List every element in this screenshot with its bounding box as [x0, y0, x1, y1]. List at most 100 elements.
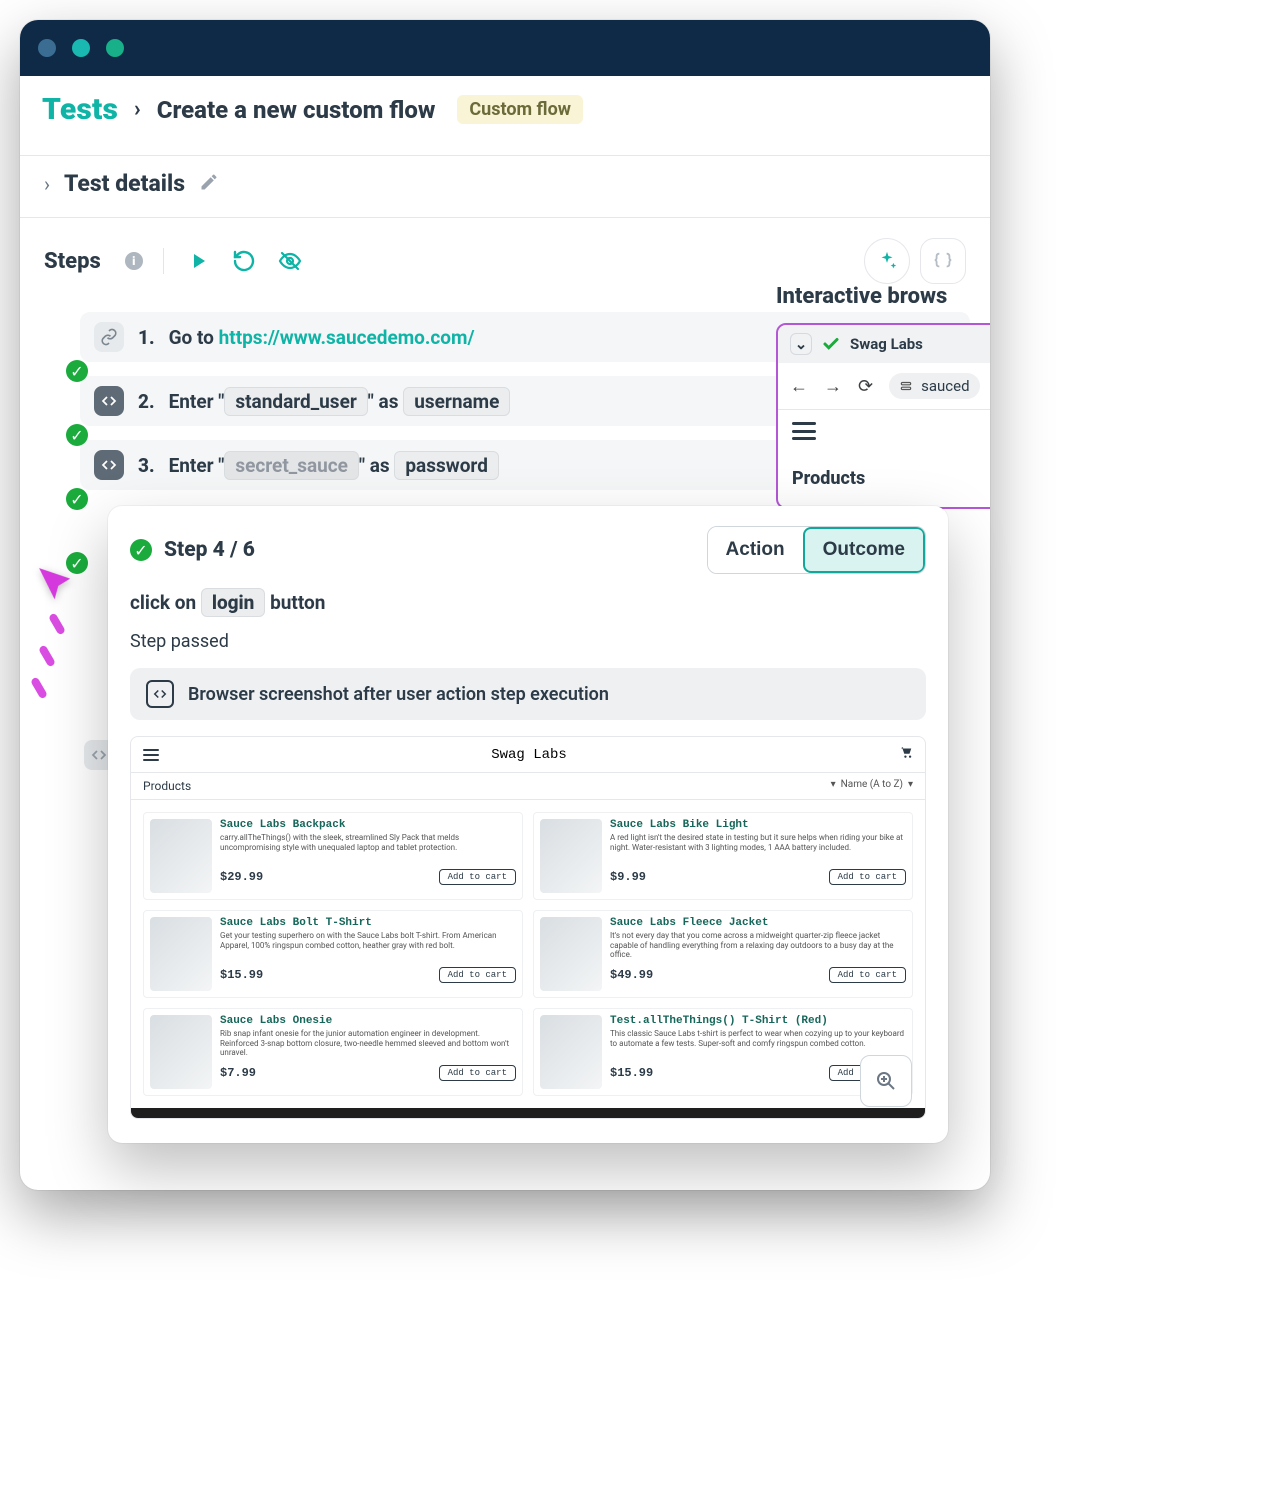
screenshot-caption: Browser screenshot after user action ste…: [188, 684, 609, 705]
cursor-arrow-icon: [33, 559, 83, 609]
test-details-label: Test details: [64, 170, 185, 197]
step-description: click on login button: [130, 588, 926, 617]
side-panel: Interactive brows ⌄ Swag Labs ← → ⟳ sauc…: [776, 274, 990, 509]
preview-brand: Swag Labs: [491, 747, 567, 763]
step-text: Enter "standard_user" as username: [169, 387, 511, 416]
product-name[interactable]: Test.allTheThings() T-Shirt (Red): [610, 1015, 906, 1027]
sort-dropdown[interactable]: ▾ Name (A to Z) ▾: [831, 779, 913, 793]
cursor-trail: [22, 612, 82, 752]
browser-tab-title: Swag Labs: [850, 335, 923, 353]
step-status-text: Step passed: [130, 631, 926, 652]
page-heading: Products: [792, 468, 990, 489]
site-settings-icon: [899, 379, 913, 393]
zoom-in-button[interactable]: [860, 1055, 912, 1107]
field-chip: password: [394, 451, 499, 480]
browser-toolbar: ← → ⟳ sauced: [778, 363, 990, 410]
hamburger-icon: [143, 749, 159, 761]
product-desc: It's not every day that you come across …: [610, 931, 906, 959]
field-chip: username: [403, 387, 510, 416]
step-number: 2.: [138, 390, 155, 413]
product-desc: This classic Sauce Labs t-shirt is perfe…: [610, 1029, 906, 1057]
chevron-down-icon[interactable]: ⌄: [790, 333, 812, 355]
hamburger-icon[interactable]: [792, 422, 816, 440]
steps-title: Steps: [44, 249, 101, 274]
traffic-light-close[interactable]: [38, 39, 56, 57]
step-detail-title: Step 4 / 6: [164, 538, 255, 562]
add-to-cart-button[interactable]: Add to cart: [439, 1065, 516, 1081]
product-card[interactable]: Sauce Labs Bike Light A red light isn't t…: [533, 812, 913, 900]
cart-icon[interactable]: [899, 745, 913, 764]
product-price: $15.99: [220, 968, 263, 982]
browser-tab[interactable]: ⌄ Swag Labs: [778, 325, 990, 363]
code-icon: [94, 386, 124, 416]
product-card[interactable]: Sauce Labs Fleece Jacket It's not every d…: [533, 910, 913, 998]
product-thumb: [540, 917, 602, 991]
step-status-pass-icon: ✓: [130, 539, 152, 561]
tab-action[interactable]: Action: [708, 527, 803, 573]
product-card[interactable]: Sauce Labs Onesie Rib snap infant onesie …: [143, 1008, 523, 1096]
product-desc: carry.allTheThings() with the sleek, str…: [220, 833, 516, 861]
chevron-right-icon: ›: [44, 172, 50, 196]
product-thumb: [150, 917, 212, 991]
product-name[interactable]: Sauce Labs Bolt T-Shirt: [220, 917, 516, 929]
reload-icon[interactable]: ⟳: [858, 376, 873, 397]
step-status-pass-icon: ✓: [66, 488, 88, 510]
step-status-pass-icon: ✓: [66, 424, 88, 446]
product-name[interactable]: Sauce Labs Fleece Jacket: [610, 917, 906, 929]
link-icon: [94, 322, 124, 352]
add-to-cart-button[interactable]: Add to cart: [439, 869, 516, 885]
step-detail-card: ✓ Step 4 / 6 Action Outcome click on log…: [108, 506, 948, 1143]
product-price: $9.99: [610, 870, 646, 884]
product-name[interactable]: Sauce Labs Onesie: [220, 1015, 516, 1027]
edit-icon[interactable]: [199, 172, 219, 196]
product-card[interactable]: Test.allTheThings() T-Shirt (Red) This cl…: [533, 1008, 913, 1096]
product-card[interactable]: Sauce Labs Backpack carry.allTheThings() …: [143, 812, 523, 900]
product-name[interactable]: Sauce Labs Bike Light: [610, 819, 906, 831]
step-number: 3.: [138, 454, 155, 477]
side-panel-title: Interactive brows: [776, 274, 990, 323]
traffic-light-min[interactable]: [72, 39, 90, 57]
visibility-off-button[interactable]: [276, 247, 304, 275]
product-thumb: [540, 1015, 602, 1089]
type-badge: Custom flow: [457, 95, 583, 124]
product-price: $15.99: [610, 1066, 653, 1080]
step-text: Enter "secret_sauce" as password: [169, 451, 499, 480]
screenshot-preview: Swag Labs Products ▾ Name (A to Z) ▾ Sau…: [130, 736, 926, 1119]
breadcrumb-root[interactable]: Tests: [42, 92, 118, 127]
add-to-cart-button[interactable]: Add to cart: [829, 869, 906, 885]
divider: [163, 248, 164, 274]
code-icon: [94, 450, 124, 480]
product-desc: A red light isn't the desired state in t…: [610, 833, 906, 861]
traffic-light-max[interactable]: [106, 39, 124, 57]
product-name[interactable]: Sauce Labs Backpack: [220, 819, 516, 831]
restart-button[interactable]: [230, 247, 258, 275]
step-status-pass-icon: ✓: [66, 360, 88, 382]
product-card[interactable]: Sauce Labs Bolt T-ShirtGet your testing …: [143, 910, 523, 998]
browser-frame: ⌄ Swag Labs ← → ⟳ sauced Products: [776, 323, 990, 509]
add-to-cart-button[interactable]: Add to cart: [439, 967, 516, 983]
view-toggle: Action Outcome: [707, 526, 926, 574]
address-text: sauced: [921, 377, 969, 395]
address-bar[interactable]: sauced: [889, 373, 979, 399]
tab-outcome[interactable]: Outcome: [803, 527, 925, 573]
step-number: 1.: [138, 326, 155, 349]
nav-forward-icon[interactable]: →: [824, 376, 842, 397]
product-thumb: [150, 1015, 212, 1089]
test-details-header[interactable]: › Test details: [20, 155, 990, 218]
play-button[interactable]: [184, 247, 212, 275]
window-titlebar: [20, 20, 990, 76]
chevron-right-icon: ›: [134, 97, 141, 122]
product-desc: Rib snap infant onesie for the junior au…: [220, 1029, 516, 1057]
browser-page: Products: [778, 410, 990, 507]
step-url[interactable]: https://www.saucedemo.com/: [219, 326, 475, 349]
product-thumb: [150, 819, 212, 893]
preview-heading: Products: [143, 779, 191, 793]
breadcrumb-page: Create a new custom flow: [157, 96, 436, 124]
product-price: $7.99: [220, 1066, 256, 1080]
info-icon[interactable]: i: [125, 252, 143, 270]
product-thumb: [540, 819, 602, 893]
code-square-icon: [146, 680, 174, 708]
add-to-cart-button[interactable]: Add to cart: [829, 967, 906, 983]
product-price: $49.99: [610, 968, 653, 982]
nav-back-icon[interactable]: ←: [790, 376, 808, 397]
